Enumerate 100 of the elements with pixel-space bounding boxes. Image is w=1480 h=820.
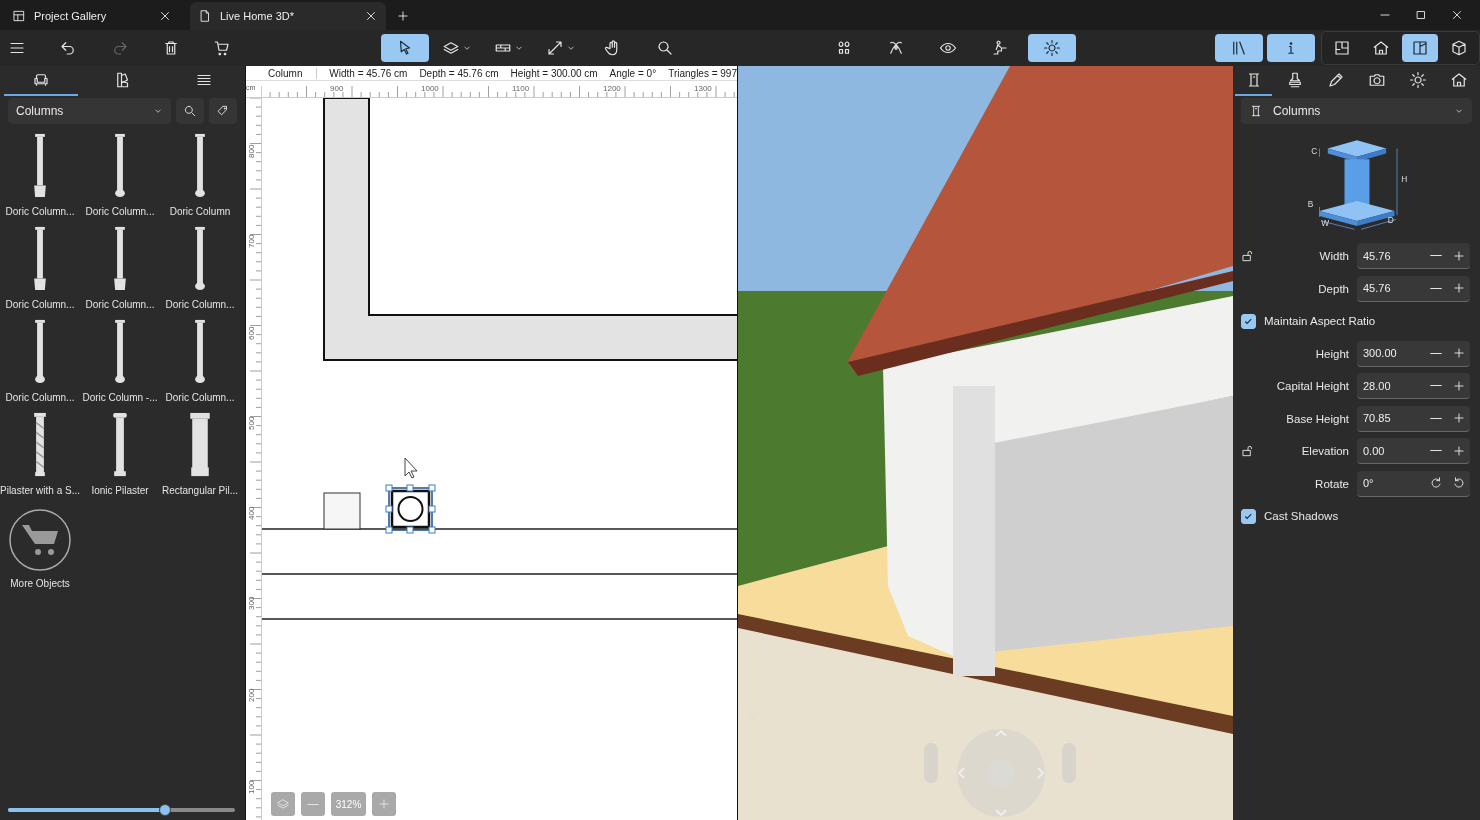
wall[interactable]	[323, 98, 737, 361]
plus-icon	[1451, 248, 1466, 263]
books-icon	[1230, 39, 1248, 57]
library-item[interactable]: Pilaster with a S...	[0, 409, 80, 500]
maximize-icon[interactable]	[1414, 8, 1428, 22]
minus-icon	[1430, 286, 1443, 290]
sun-icon	[1043, 39, 1061, 57]
number-input[interactable]: 70.85	[1357, 412, 1425, 425]
unlocked-icon[interactable]	[1241, 249, 1255, 264]
library-item[interactable]: Doric Column...	[80, 130, 160, 221]
checkbox[interactable]	[1241, 313, 1256, 329]
document-tab[interactable]: Live Home 3D*	[190, 2, 386, 30]
new-tab-icon[interactable]	[396, 9, 410, 23]
horizontal-ruler: 900 1000 1100 1200 1300	[260, 81, 737, 97]
object-type-dropdown[interactable]: Columns	[1241, 98, 1472, 124]
sun-icon	[1409, 71, 1428, 89]
slider-thumb[interactable]	[158, 804, 171, 816]
split-view-mode-button[interactable]	[1402, 34, 1438, 62]
object-info-text: Triangles = 997	[668, 67, 737, 79]
ruler-arrow-icon	[546, 39, 564, 57]
plus-icon	[1451, 346, 1466, 361]
minus-icon	[1430, 254, 1443, 258]
checkbox-option[interactable]: Maintain Aspect Ratio	[1241, 313, 1376, 329]
number-field[interactable]: 45.76	[1357, 243, 1470, 270]
house-icon	[1450, 71, 1469, 89]
close-icon[interactable]	[1450, 8, 1464, 22]
document-tab[interactable]: Project Gallery	[4, 2, 180, 30]
library-item[interactable]: Doric Column...	[0, 316, 80, 407]
library-item[interactable]: Doric Column	[160, 130, 240, 221]
selected-column[interactable]	[385, 484, 436, 534]
library-item[interactable]: Doric Column...	[0, 130, 80, 221]
library-item[interactable]: Doric Column...	[160, 223, 240, 314]
search-icon	[183, 104, 197, 118]
object-info-text: Column	[246, 67, 318, 79]
person-stairs-icon	[991, 39, 1009, 57]
number-field[interactable]: 300.00	[1357, 340, 1470, 367]
number-field[interactable]: 70.85	[1357, 405, 1470, 432]
field-label: Depth	[1317, 282, 1350, 295]
layers-icon	[442, 39, 460, 57]
books-panel-button[interactable]	[1215, 34, 1263, 62]
rotate-counterclockwise-icon	[1451, 476, 1466, 491]
minus-icon	[1430, 416, 1443, 420]
cube-icon	[1450, 39, 1468, 57]
number-input[interactable]: 0.00	[1357, 444, 1425, 457]
number-field[interactable]: 0°	[1357, 470, 1470, 497]
sun-button[interactable]	[1028, 34, 1076, 62]
checkbox-label: Maintain Aspect Ratio	[1264, 315, 1376, 328]
pointer-tool-button[interactable]	[381, 34, 429, 62]
number-input[interactable]: 300.00	[1357, 347, 1425, 360]
plus-icon	[377, 797, 391, 811]
unlocked-icon[interactable]	[1241, 444, 1255, 459]
minus-icon	[1430, 449, 1443, 453]
number-input[interactable]: 0°	[1357, 477, 1425, 490]
library-item[interactable]: Doric Column...	[160, 316, 240, 407]
close-tab-icon[interactable]	[364, 9, 378, 23]
number-field[interactable]: 28.00	[1357, 373, 1470, 400]
number-input[interactable]: 45.76	[1357, 249, 1425, 262]
layers-icon	[276, 797, 290, 811]
checkbox-label: Cast Shadows	[1264, 510, 1339, 523]
search-button[interactable]	[176, 98, 204, 124]
minus-icon	[1430, 351, 1443, 355]
field-label: Elevation	[1300, 445, 1350, 458]
number-field[interactable]: 45.76	[1357, 275, 1470, 302]
floor-plan-icon	[1333, 39, 1351, 57]
number-field[interactable]: 0.00	[1357, 438, 1470, 465]
library-item[interactable]: Doric Column...	[0, 223, 80, 314]
more-objects-button[interactable]: More Objects	[0, 502, 80, 593]
cursor-icon	[404, 457, 418, 479]
category-dropdown[interactable]: Columns	[8, 98, 171, 124]
gallery-icon	[12, 9, 26, 23]
plus-icon	[1451, 281, 1466, 296]
house-icon	[1372, 39, 1390, 57]
armchair-icon	[31, 71, 50, 89]
pencil-icon	[1326, 71, 1345, 89]
rotate-clockwise-icon	[1429, 476, 1444, 491]
column-icon	[1249, 104, 1263, 118]
vertical-ruler: 800 700 600 500 400 300 200 100	[246, 98, 262, 820]
number-input[interactable]: 28.00	[1357, 379, 1425, 392]
field-label: Width	[1318, 250, 1350, 263]
checkbox[interactable]	[1241, 508, 1256, 524]
library-item[interactable]: Doric Column -...	[80, 316, 160, 407]
object-info-text: Depth = 45.76 cm	[419, 67, 499, 79]
zoom-level: 312%	[331, 792, 366, 816]
search-icon	[656, 39, 674, 57]
close-tab-icon[interactable]	[158, 9, 172, 23]
number-input[interactable]: 45.76	[1357, 282, 1425, 295]
field-label: Capital Height	[1275, 380, 1350, 393]
object-info-text: Height = 300.00 cm	[510, 67, 598, 79]
column-dimension-drawing: C H B W D	[1307, 140, 1407, 230]
plus-icon	[1451, 411, 1466, 426]
column-outline[interactable]	[323, 492, 361, 530]
library-item[interactable]: Doric Column...	[80, 223, 160, 314]
checkbox-option[interactable]: Cast Shadows	[1241, 508, 1339, 524]
plus-icon	[1451, 378, 1466, 393]
camera-icon	[1368, 71, 1387, 89]
library-item[interactable]: Ionic Pilaster	[80, 409, 160, 500]
cart-icon	[8, 508, 72, 572]
library-item[interactable]: Rectangular Pil...	[160, 409, 240, 500]
object-info-text: Width = 45.76 cm	[329, 67, 408, 79]
tag-filter-button[interactable]	[209, 98, 237, 124]
